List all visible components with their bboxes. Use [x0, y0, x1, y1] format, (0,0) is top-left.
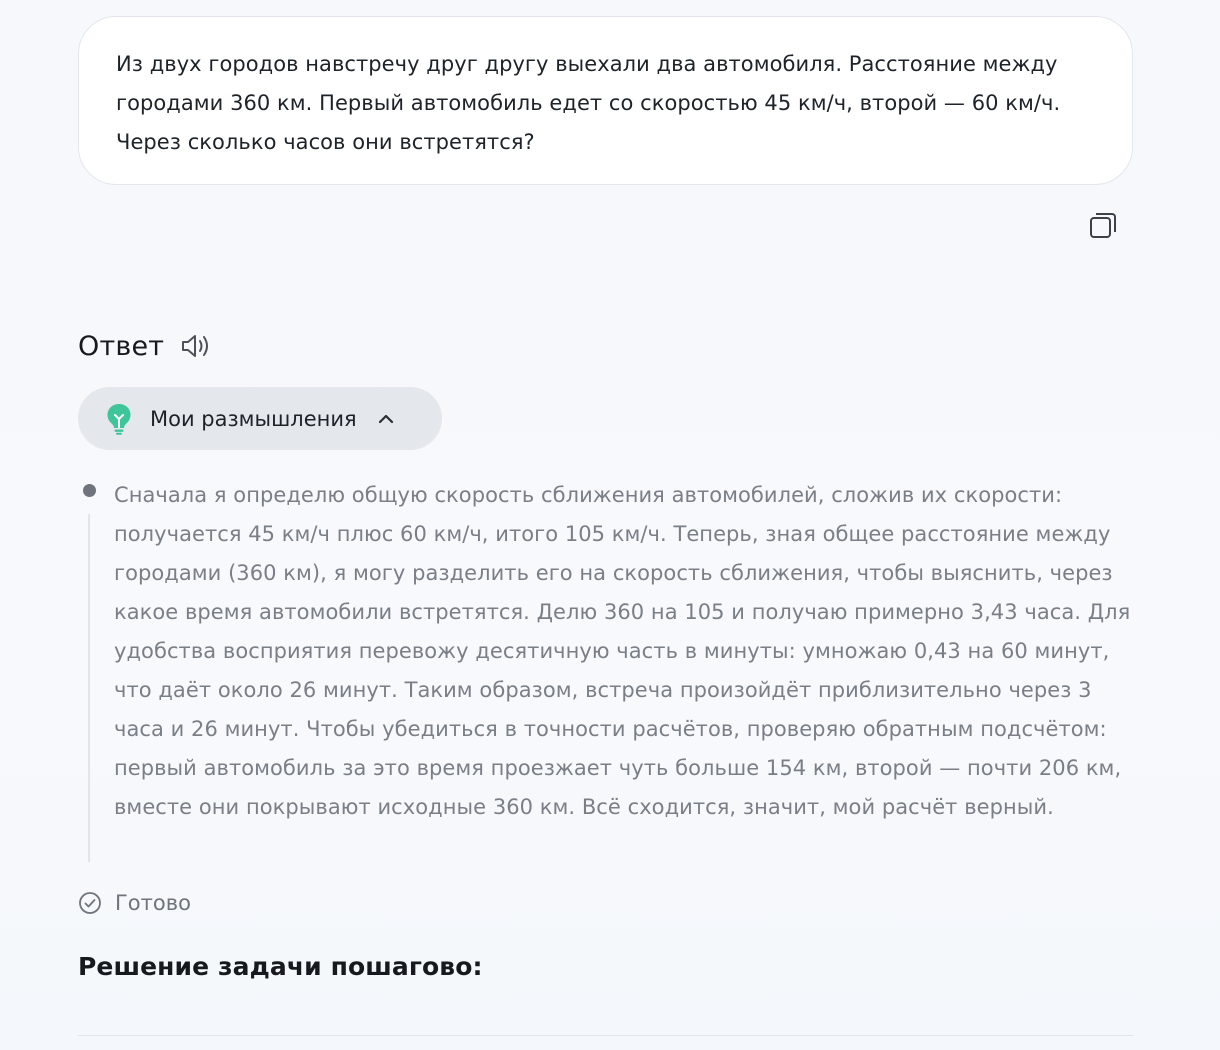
status-text: Готово	[115, 891, 191, 915]
answer-title: Ответ	[78, 330, 165, 362]
chat-page: Из двух городов навстречу друг другу вые…	[0, 0, 1220, 1050]
thoughts-label: Мои размышления	[150, 406, 357, 431]
copy-icon	[1090, 213, 1116, 238]
copy-button[interactable]	[1086, 208, 1120, 242]
divider	[78, 1035, 1133, 1036]
user-message-text: Из двух городов навстречу друг другу вые…	[116, 52, 1061, 154]
read-aloud-button[interactable]	[179, 329, 213, 363]
reasoning-bullet	[83, 484, 96, 497]
user-message-bubble: Из двух городов навстречу друг другу вые…	[78, 16, 1133, 185]
thoughts-toggle-button[interactable]: Мои размышления	[78, 387, 442, 450]
reasoning-block: Сначала я определю общую скорость сближе…	[78, 476, 1138, 862]
chevron-up-icon	[375, 408, 397, 430]
answer-header: Ответ	[78, 326, 213, 366]
speaker-icon	[182, 335, 209, 357]
lightbulb-icon	[105, 403, 133, 435]
reasoning-timeline-line	[88, 514, 90, 862]
reasoning-text: Сначала я определю общую скорость сближе…	[114, 483, 1131, 819]
solution-heading: Решение задачи пошагово:	[78, 952, 483, 981]
status-row: Готово	[78, 886, 191, 920]
check-circle-icon	[78, 891, 102, 915]
